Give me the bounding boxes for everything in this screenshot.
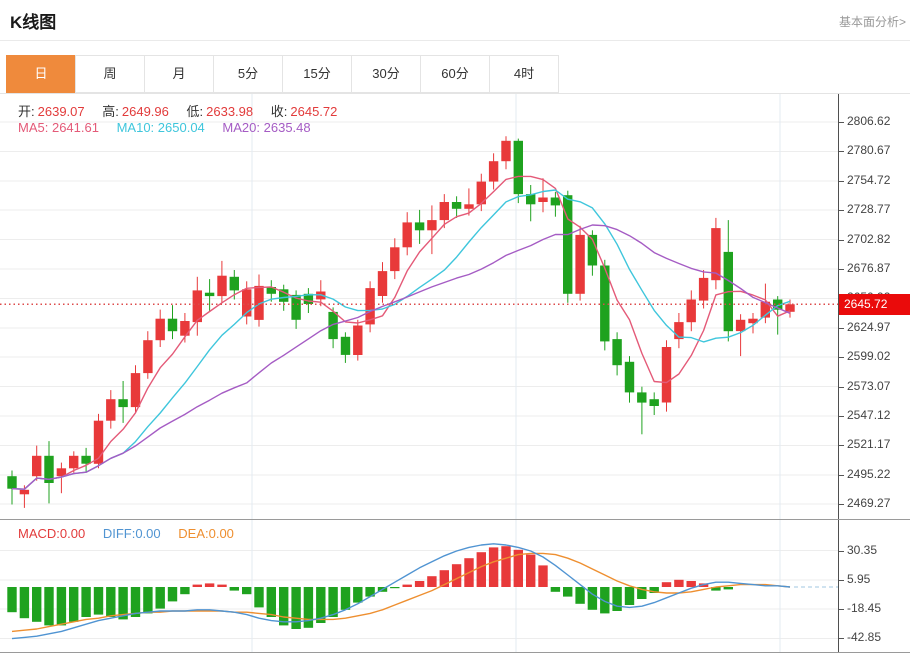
ma5-value: 2641.61 — [52, 120, 99, 135]
ma10-label: MA10: — [117, 120, 155, 135]
low-label: 低: — [187, 104, 204, 119]
macd-tick-label: 30.35 — [847, 543, 877, 557]
tab-60分[interactable]: 60分 — [420, 55, 490, 93]
widget-header: K线图 基本面分析> — [0, 0, 910, 40]
ma5-label: MA5: — [18, 120, 48, 135]
price-tick-tick — [839, 445, 844, 446]
price-tick-tick — [839, 151, 844, 152]
chart-area: 2806.62 2780.67 2754.72 2728.77 2702.82 2676.… — [0, 93, 910, 653]
price-tick-label: 2573.07 — [847, 379, 890, 393]
tab-日[interactable]: 日 — [6, 55, 76, 93]
dea-value: 0.00 — [209, 526, 234, 541]
tab-4时[interactable]: 4时 — [489, 55, 559, 93]
candlestick-chart — [0, 94, 838, 519]
panel-separator — [0, 519, 910, 520]
tab-周[interactable]: 周 — [75, 55, 145, 93]
tab-15分[interactable]: 15分 — [282, 55, 352, 93]
price-tick-tick — [839, 387, 844, 388]
price-tick-label: 2780.67 — [847, 143, 890, 157]
interval-tabs: 日周月5分15分30分60分4时 — [6, 55, 559, 93]
price-tick-label: 2495.22 — [847, 467, 890, 481]
ma20-value: 2635.48 — [264, 120, 311, 135]
price-tick-label: 2728.77 — [847, 202, 890, 216]
dea-label: DEA: — [178, 526, 208, 541]
price-tick-tick — [839, 210, 844, 211]
close-label: 收: — [271, 104, 288, 119]
ma20-label: MA20: — [222, 120, 260, 135]
header-divider — [0, 40, 910, 41]
price-tick-tick — [839, 269, 844, 270]
price-tick-label: 2599.02 — [847, 349, 890, 363]
macd-tick-label: 5.95 — [847, 572, 870, 586]
ohlc-row: 开:2639.07 高:2649.96 低:2633.98 收:2645.72 — [18, 101, 337, 120]
price-tick-tick — [839, 328, 844, 329]
macd-tick-tick — [839, 551, 844, 552]
macd-tick-tick — [839, 609, 844, 610]
price-tick-tick — [839, 475, 844, 476]
price-tick-tick — [839, 122, 844, 123]
price-tick-label: 2521.17 — [847, 437, 890, 451]
price-tick-label: 2547.12 — [847, 408, 890, 422]
page-title: K线图 — [10, 8, 56, 33]
macd-tick-tick — [839, 580, 844, 581]
open-label: 开: — [18, 104, 35, 119]
price-tick-label: 2676.87 — [847, 261, 890, 275]
macd-tick-label: -42.85 — [847, 630, 881, 644]
macd-label: MACD: — [18, 526, 60, 541]
macd-tick-label: -18.45 — [847, 601, 881, 615]
high-value: 2649.96 — [122, 104, 169, 119]
price-tick-label: 2624.97 — [847, 320, 890, 334]
price-tick-label: 2469.27 — [847, 496, 890, 510]
macd-legend-row: MACD:0.00 DIFF:0.00 DEA:0.00 — [18, 526, 234, 541]
fundamental-analysis-link[interactable]: 基本面分析> — [839, 13, 906, 30]
price-tick-tick — [839, 240, 844, 241]
price-tick-tick — [839, 181, 844, 182]
macd-value: 0.00 — [60, 526, 85, 541]
ma10-value: 2650.04 — [158, 120, 205, 135]
price-tick-tick — [839, 504, 844, 505]
diff-label: DIFF: — [103, 526, 136, 541]
price-tick-label: 2754.72 — [847, 173, 890, 187]
tab-30分[interactable]: 30分 — [351, 55, 421, 93]
ma-legend-row: MA5: 2641.61 MA10: 2650.04 MA20: 2635.48 — [18, 120, 325, 135]
tab-5分[interactable]: 5分 — [213, 55, 283, 93]
price-tick-tick — [839, 416, 844, 417]
tab-月[interactable]: 月 — [144, 55, 214, 93]
price-tick-label: 2702.82 — [847, 232, 890, 246]
current-price-badge: 2645.72 — [839, 294, 910, 315]
close-value: 2645.72 — [290, 104, 337, 119]
low-value: 2633.98 — [206, 104, 253, 119]
macd-tick-tick — [839, 638, 844, 639]
price-tick-label: 2806.62 — [847, 114, 890, 128]
high-label: 高: — [102, 104, 119, 119]
diff-value: 0.00 — [135, 526, 160, 541]
price-axis: 2806.62 2780.67 2754.72 2728.77 2702.82 2676.… — [838, 94, 910, 653]
price-tick-tick — [839, 357, 844, 358]
open-value: 2639.07 — [38, 104, 85, 119]
